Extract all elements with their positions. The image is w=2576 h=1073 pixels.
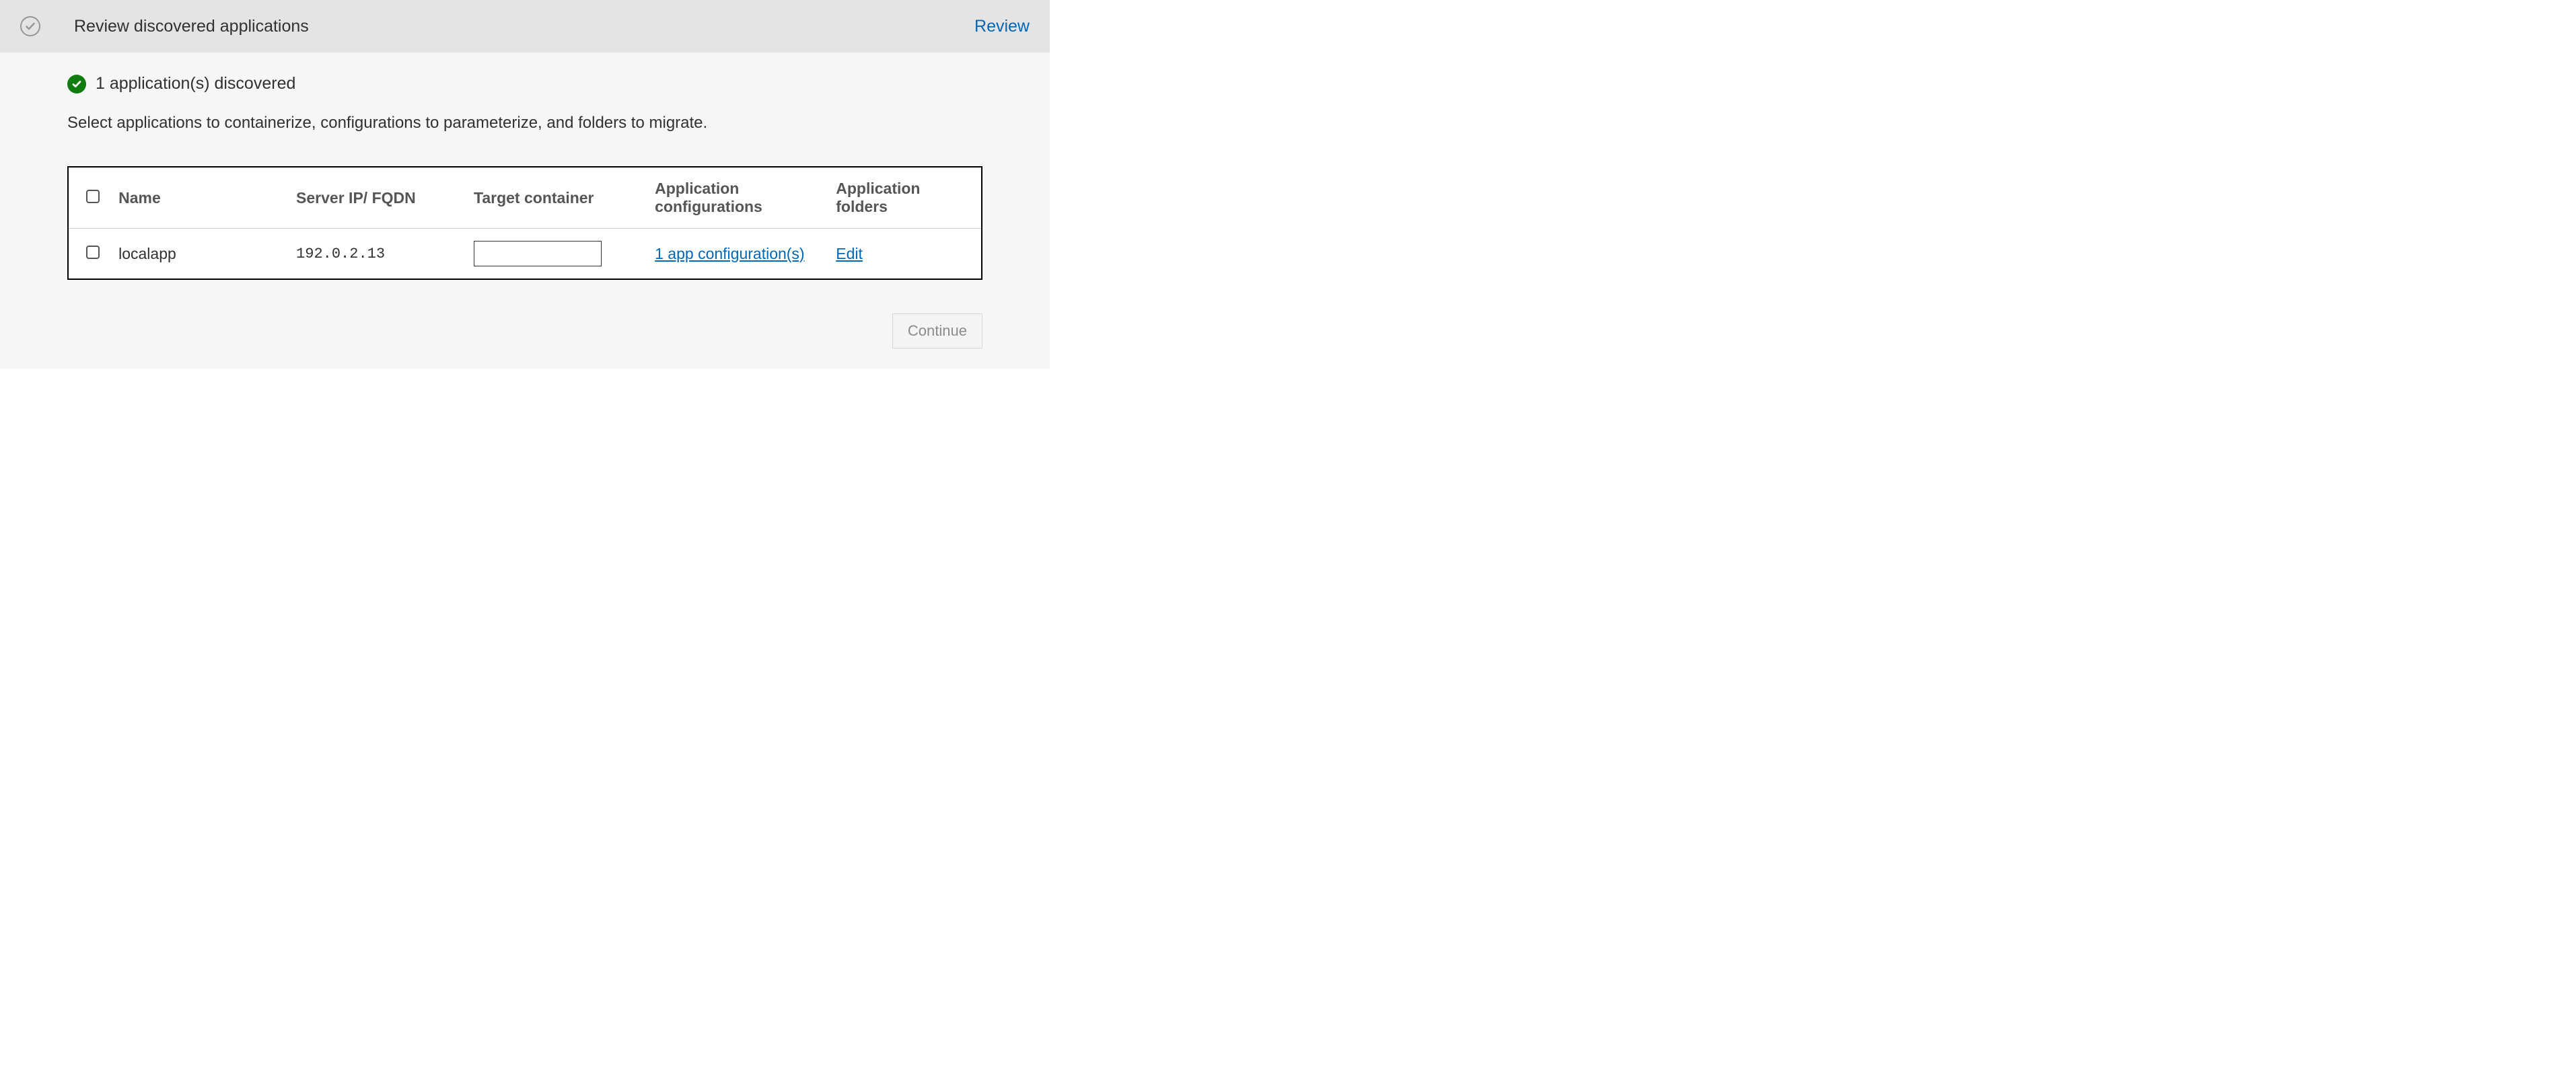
table-row: localapp 192.0.2.13 1 app configuration(… xyxy=(69,229,981,279)
select-all-checkbox[interactable] xyxy=(86,190,100,203)
body-area: 1 application(s) discovered Select appli… xyxy=(0,52,1050,369)
discovery-status: 1 application(s) discovered xyxy=(67,74,982,94)
col-header-name: Name xyxy=(110,168,288,229)
col-header-config: Application configurations xyxy=(647,168,828,229)
step-complete-icon xyxy=(20,16,40,36)
page-wrapper: Review discovered applications Review 1 … xyxy=(0,0,1050,369)
edit-folders-link[interactable]: Edit xyxy=(836,245,863,262)
step-header: Review discovered applications Review xyxy=(0,0,1050,52)
table-header-row: Name Server IP/ FQDN Target container Ap… xyxy=(69,168,981,229)
success-check-icon xyxy=(67,75,86,94)
row-checkbox[interactable] xyxy=(86,246,100,259)
review-link[interactable]: Review xyxy=(974,17,1030,36)
step-title: Review discovered applications xyxy=(74,17,941,36)
applications-table: Name Server IP/ FQDN Target container Ap… xyxy=(67,166,982,280)
col-header-folders: Application folders xyxy=(828,168,981,229)
button-row: Continue xyxy=(67,313,982,348)
cell-server: 192.0.2.13 xyxy=(288,229,466,279)
target-container-input[interactable] xyxy=(474,241,602,266)
continue-button[interactable]: Continue xyxy=(892,313,982,348)
cell-name: localapp xyxy=(110,229,288,279)
status-text: 1 application(s) discovered xyxy=(96,74,295,94)
app-configurations-link[interactable]: 1 app configuration(s) xyxy=(655,245,804,262)
col-header-server: Server IP/ FQDN xyxy=(288,168,466,229)
instruction-text: Select applications to containerize, con… xyxy=(67,114,982,133)
col-header-target: Target container xyxy=(466,168,647,229)
